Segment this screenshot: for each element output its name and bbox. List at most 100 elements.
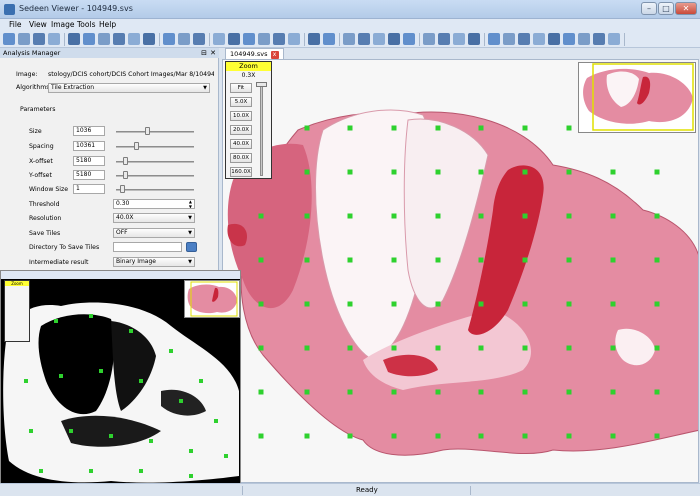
zoom-title: Zoom xyxy=(226,62,271,71)
redo-icon[interactable] xyxy=(323,33,335,45)
window-d-icon[interactable] xyxy=(178,33,190,45)
zoom-20x-button[interactable]: 20.0X xyxy=(230,125,252,135)
zoom-160x-button[interactable]: 160.0X xyxy=(230,167,252,177)
pin-icon[interactable]: ⊟ xyxy=(201,48,207,58)
zoom-actual-icon[interactable] xyxy=(258,33,270,45)
transform-icon[interactable] xyxy=(373,33,385,45)
document-tab[interactable]: 104949.svs x xyxy=(225,48,284,59)
tile-marker xyxy=(304,433,310,439)
tile-marker xyxy=(391,433,397,439)
undo-icon[interactable] xyxy=(308,33,320,45)
paste-icon[interactable] xyxy=(48,33,60,45)
window-a-icon[interactable] xyxy=(128,33,140,45)
zoom-slider-thumb[interactable] xyxy=(256,82,267,87)
tile-marker xyxy=(304,169,310,175)
zoom-80x-button[interactable]: 80.0X xyxy=(230,153,252,163)
copy-icon[interactable] xyxy=(33,33,45,45)
zoom-select-icon[interactable] xyxy=(273,33,285,45)
algorithm-select[interactable]: Tile Extraction ▼ xyxy=(48,83,210,93)
close-icon[interactable]: ✕ xyxy=(210,48,216,58)
rectangle-icon[interactable] xyxy=(503,33,515,45)
folder-browse-icon[interactable] xyxy=(186,242,197,252)
tile-marker xyxy=(654,301,660,307)
menu-file[interactable]: File xyxy=(9,20,22,29)
maximize-button[interactable]: □ xyxy=(658,2,674,15)
intermediate-select[interactable]: Binary Image ▼ xyxy=(113,257,195,267)
cmyk-icon[interactable] xyxy=(403,33,415,45)
split-icon[interactable] xyxy=(98,33,110,45)
menu-tools[interactable]: Tools xyxy=(77,20,95,29)
spacing-input[interactable]: 10361 xyxy=(73,141,105,151)
zoom-current: 0.3X xyxy=(241,72,256,79)
directory-input[interactable] xyxy=(113,242,182,252)
status-divider xyxy=(242,486,243,495)
algorithm-label: Algorithms: xyxy=(16,84,52,91)
tile-marker xyxy=(347,125,353,131)
close-button[interactable]: ✕ xyxy=(675,2,697,15)
polygon-icon[interactable] xyxy=(488,33,500,45)
pencil-icon[interactable] xyxy=(468,33,480,45)
window-b-icon[interactable] xyxy=(143,33,155,45)
resolution-select[interactable]: 40.0X ▼ xyxy=(113,213,195,223)
size-input[interactable]: 1036 xyxy=(73,126,105,136)
window-size-input[interactable]: 1 xyxy=(73,184,105,194)
magnify-icon[interactable] xyxy=(113,33,125,45)
panel-icon[interactable] xyxy=(83,33,95,45)
open-icon[interactable] xyxy=(3,33,15,45)
binary-result-window[interactable]: Zoom xyxy=(0,270,241,484)
save-tiles-select[interactable]: OFF ▼ xyxy=(113,228,195,238)
size-slider-thumb[interactable] xyxy=(145,127,151,135)
color-icon[interactable] xyxy=(388,33,400,45)
threshold-spinbox[interactable]: 0.30 ▲ ▼ xyxy=(113,199,195,209)
yoffset-input[interactable]: 5180 xyxy=(73,170,105,180)
list-icon[interactable] xyxy=(193,33,205,45)
spacing-slider[interactable] xyxy=(116,146,194,148)
toolbar-separator xyxy=(419,33,420,46)
window-size-slider[interactable] xyxy=(116,189,194,191)
binary-overview-thumbnail[interactable] xyxy=(184,280,240,318)
zoom-10x-button[interactable]: 10.0X xyxy=(230,111,252,121)
zoom-5x-button[interactable]: 5.0X xyxy=(230,97,252,107)
tile-marker xyxy=(69,429,73,433)
tile-marker xyxy=(478,169,484,175)
zoom-slider[interactable] xyxy=(260,84,263,176)
size-slider[interactable] xyxy=(116,131,194,133)
layout-icon[interactable] xyxy=(68,33,80,45)
zoom-40x-button[interactable]: 40.0X xyxy=(230,139,252,149)
zoom-fit-icon[interactable] xyxy=(243,33,255,45)
save-icon[interactable] xyxy=(18,33,30,45)
tile-marker xyxy=(435,301,441,307)
xoffset-input[interactable]: 5180 xyxy=(73,156,105,166)
pen-icon[interactable] xyxy=(453,33,465,45)
xoffset-slider-thumb[interactable] xyxy=(123,157,129,165)
tile-marker xyxy=(179,399,183,403)
spin-arrows-icon[interactable]: ▲ ▼ xyxy=(189,200,192,208)
window-c-icon[interactable] xyxy=(163,33,175,45)
menu-help[interactable]: Help xyxy=(99,20,116,29)
tile-marker xyxy=(435,213,441,219)
minimize-button[interactable]: – xyxy=(641,2,657,15)
tile-marker xyxy=(109,434,113,438)
stats-icon[interactable] xyxy=(423,33,435,45)
zoom-window-icon[interactable] xyxy=(288,33,300,45)
curve-icon[interactable] xyxy=(548,33,560,45)
select-icon[interactable] xyxy=(343,33,355,45)
brush-icon[interactable] xyxy=(438,33,450,45)
menu-image[interactable]: Image xyxy=(51,20,75,29)
multi-icon[interactable] xyxy=(533,33,545,45)
arrow-icon[interactable] xyxy=(608,33,620,45)
spacing-slider-thumb[interactable] xyxy=(134,142,140,150)
zoom-in-icon[interactable] xyxy=(213,33,225,45)
window-size-slider-thumb[interactable] xyxy=(119,185,125,193)
point-icon[interactable] xyxy=(578,33,590,45)
yoffset-slider-thumb[interactable] xyxy=(123,171,129,179)
zoom-out-icon[interactable] xyxy=(228,33,240,45)
close-tab-icon[interactable]: x xyxy=(270,51,279,59)
ruler-icon[interactable] xyxy=(593,33,605,45)
ellipse-icon[interactable] xyxy=(518,33,530,45)
text-icon[interactable] xyxy=(563,33,575,45)
zoom-fit-button[interactable]: Fit xyxy=(230,83,252,93)
overview-thumbnail[interactable] xyxy=(578,62,696,133)
menu-view[interactable]: View xyxy=(29,20,47,29)
copy-region-icon[interactable] xyxy=(358,33,370,45)
